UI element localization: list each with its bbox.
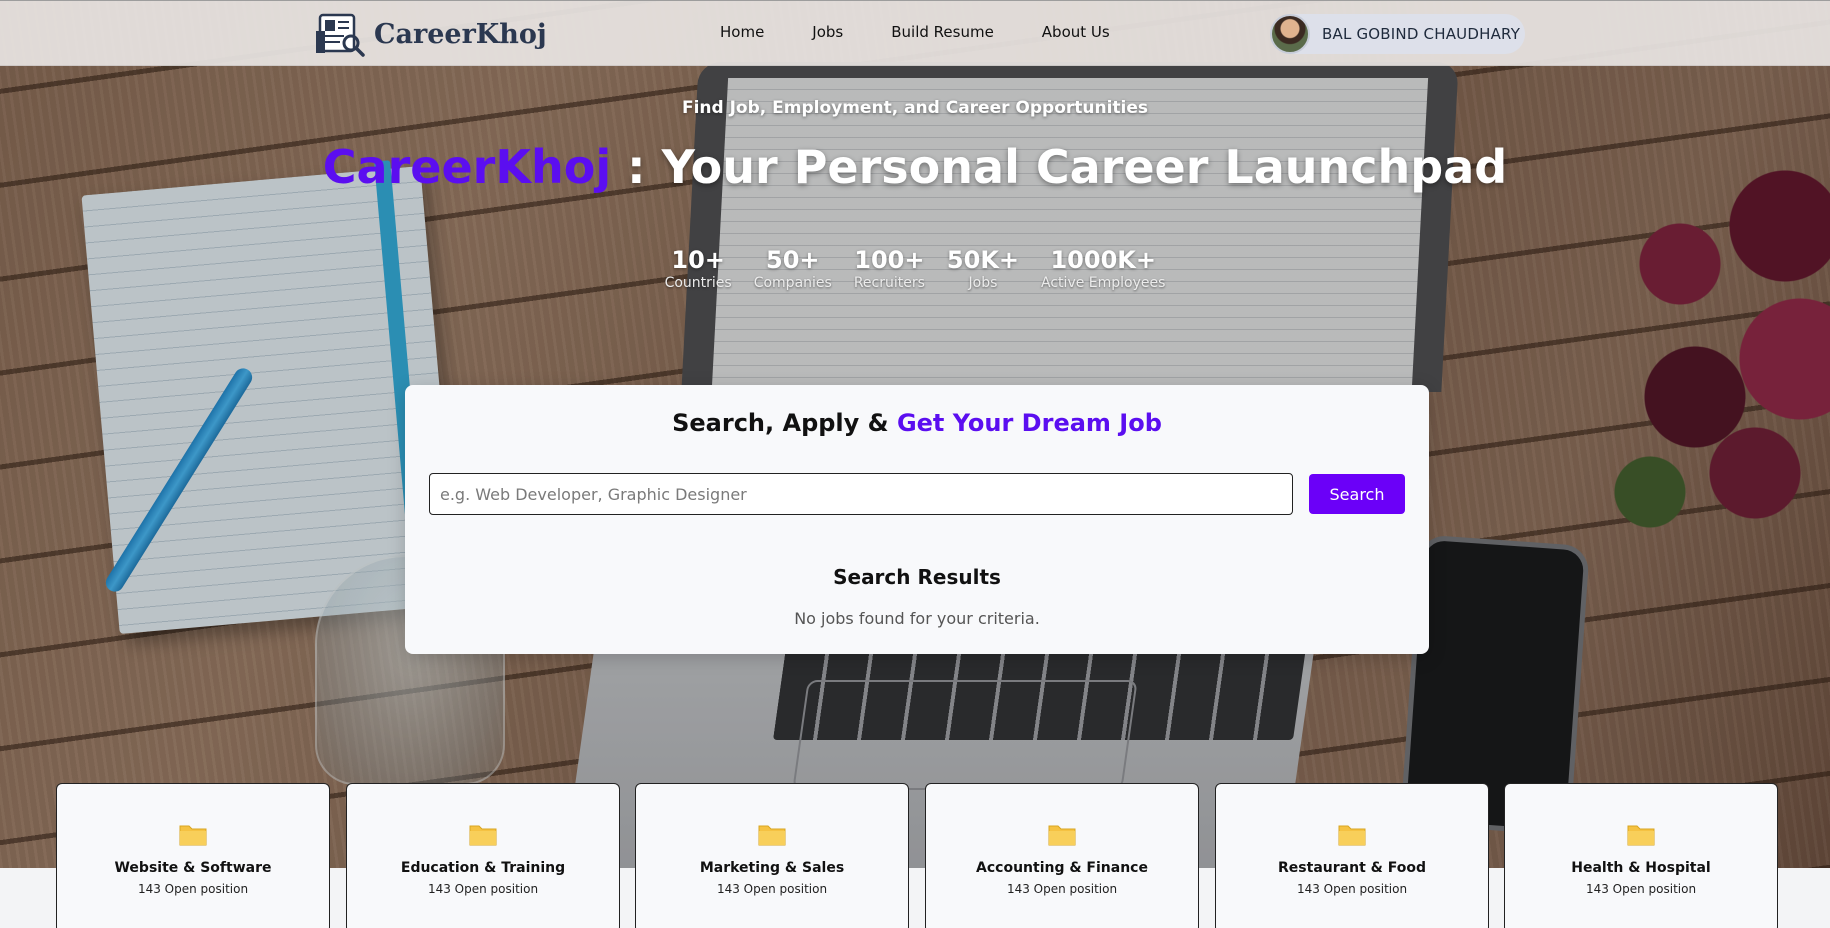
- user-name: BAL GOBIND CHAUDHARY: [1322, 25, 1521, 43]
- category-card-website-software[interactable]: Website & Software 143 Open position: [56, 783, 330, 928]
- folder-icon: [1505, 822, 1777, 850]
- category-title: Website & Software: [114, 860, 272, 876]
- stat-label: Recruiters: [853, 275, 925, 291]
- brand-logo-link[interactable]: CareerKhoj: [314, 11, 547, 57]
- job-search-input[interactable]: [429, 473, 1293, 515]
- stat-value: 10+: [671, 246, 725, 274]
- search-card-title: Search, Apply & Get Your Dream Job: [405, 409, 1429, 437]
- stat-label: Active Employees: [1041, 275, 1166, 291]
- category-open-count: 143 Open position: [1006, 882, 1118, 896]
- category-card-marketing-sales[interactable]: Marketing & Sales 143 Open position: [635, 783, 909, 928]
- folder-icon: [1216, 822, 1488, 850]
- stat-value: 50K+: [946, 246, 1020, 274]
- category-open-count: 143 Open position: [137, 882, 249, 896]
- stat-active-employees: 1000K+ Active Employees: [1041, 246, 1165, 292]
- search-results-empty-message: No jobs found for your criteria.: [794, 609, 1040, 628]
- user-profile-chip[interactable]: BAL GOBIND CHAUDHARY: [1270, 14, 1525, 54]
- category-open-count: 143 Open position: [1585, 882, 1697, 896]
- category-card-education-training[interactable]: Education & Training 143 Open position: [346, 783, 620, 928]
- nav-about-us-link[interactable]: About Us: [1018, 23, 1134, 41]
- category-card-restaurant-food[interactable]: Restaurant & Food 143 Open position: [1215, 783, 1489, 928]
- brand-name: CareerKhoj: [374, 18, 547, 50]
- stat-companies: 50+ Companies: [754, 246, 832, 292]
- hero-headline: CareerKhoj : Your Personal Career Launch…: [0, 140, 1830, 194]
- folder-icon: [926, 822, 1198, 850]
- main-nav: Home Jobs Build Resume About Us: [720, 23, 1134, 41]
- search-title-accent: Get Your Dream Job: [896, 409, 1162, 437]
- category-card-accounting-finance[interactable]: Accounting & Finance 143 Open position: [925, 783, 1199, 928]
- job-search-card: Search, Apply & Get Your Dream Job Searc…: [405, 385, 1429, 654]
- nav-jobs-link[interactable]: Jobs: [788, 23, 867, 41]
- hero-stats: 10+ Countries 50+ Companies 100+ Recruit…: [0, 246, 1830, 292]
- category-card-health-hospital[interactable]: Health & Hospital 143 Open position: [1504, 783, 1778, 928]
- folder-icon: [636, 822, 908, 850]
- stat-countries: 10+ Countries: [665, 246, 732, 292]
- job-categories: Website & Software 143 Open position Edu…: [56, 783, 1778, 928]
- avatar: [1270, 14, 1310, 54]
- page: CareerKhoj Home Jobs Build Resume About …: [0, 0, 1830, 928]
- search-title-prefix: Search, Apply &: [672, 409, 897, 437]
- search-results-title: Search Results: [833, 565, 1001, 589]
- category-title: Marketing & Sales: [699, 860, 845, 876]
- category-open-count: 143 Open position: [427, 882, 539, 896]
- navbar: CareerKhoj Home Jobs Build Resume About …: [0, 0, 1830, 66]
- hero-tagline: Find Job, Employment, and Career Opportu…: [681, 98, 1149, 118]
- stat-recruiters: 100+ Recruiters: [854, 246, 925, 292]
- stat-value: 1000K+: [1050, 246, 1156, 274]
- search-button[interactable]: Search: [1309, 474, 1405, 514]
- folder-icon: [347, 822, 619, 850]
- headline-brand: CareerKhoj: [322, 140, 612, 194]
- stat-value: 100+: [854, 246, 925, 274]
- category-open-count: 143 Open position: [1296, 882, 1408, 896]
- category-open-count: 143 Open position: [716, 882, 828, 896]
- stat-label: Companies: [753, 275, 832, 291]
- headline-text: : Your Personal Career Launchpad: [611, 140, 1508, 194]
- stat-label: Countries: [664, 275, 732, 291]
- category-title: Accounting & Finance: [976, 860, 1148, 876]
- nav-home-link[interactable]: Home: [720, 23, 788, 41]
- category-title: Education & Training: [400, 860, 566, 876]
- folder-icon: [57, 822, 329, 850]
- stat-jobs: 50K+ Jobs: [947, 246, 1019, 292]
- stat-label: Jobs: [968, 275, 998, 291]
- career-logo-icon: [316, 13, 365, 57]
- category-title: Health & Hospital: [1571, 860, 1711, 876]
- stat-value: 50+: [766, 246, 820, 274]
- nav-build-resume-link[interactable]: Build Resume: [867, 23, 1018, 41]
- category-title: Restaurant & Food: [1278, 860, 1426, 876]
